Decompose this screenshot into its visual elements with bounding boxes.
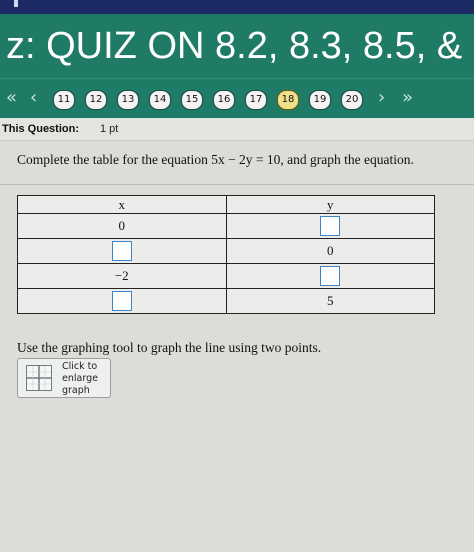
x-value: 0 xyxy=(17,213,227,239)
first-question-icon[interactable]: « xyxy=(6,88,17,108)
x-column-header: x xyxy=(17,195,227,214)
enlarge-label-line: enlarge xyxy=(62,373,98,384)
question-panel: This Question: 1 pt Complete the table f… xyxy=(0,118,474,552)
question-17-button[interactable]: 17 xyxy=(245,90,267,110)
x-answer-input[interactable] xyxy=(111,291,132,311)
question-label: This Question: xyxy=(2,123,79,135)
last-question-icon[interactable]: » xyxy=(402,88,413,108)
x-answer-cell xyxy=(17,238,227,264)
question-info-bar: This Question: 1 pt xyxy=(0,118,474,141)
graph-thumbnail-icon xyxy=(26,365,52,391)
top-strip xyxy=(0,0,474,14)
y-answer-input[interactable] xyxy=(320,266,341,286)
y-answer-cell xyxy=(225,263,435,289)
enlarge-label-line: Click to xyxy=(62,361,98,372)
question-points: 1 pt xyxy=(100,123,119,135)
x-answer-input[interactable] xyxy=(111,241,132,261)
table-row: 0 xyxy=(17,213,435,239)
table-row: −2 xyxy=(17,263,435,289)
table-header-row: x y xyxy=(17,195,435,214)
x-value: −2 xyxy=(17,263,227,289)
quiz-title: z: QUIZ ON 8.2, 8.3, 8.5, & xyxy=(6,25,463,67)
next-question-icon[interactable]: › xyxy=(378,88,385,108)
previous-question-icon[interactable]: ‹ xyxy=(30,88,37,108)
y-column-header: y xyxy=(225,195,435,214)
y-value: 5 xyxy=(225,288,435,314)
quiz-header: z: QUIZ ON 8.2, 8.3, 8.5, & xyxy=(0,14,474,78)
question-16-button[interactable]: 16 xyxy=(213,90,235,110)
question-20-button[interactable]: 20 xyxy=(341,90,363,110)
enlarge-label-line: graph xyxy=(62,385,90,396)
question-15-button[interactable]: 15 xyxy=(181,90,203,110)
xy-table: x y 0 0 −2 5 xyxy=(17,195,435,314)
enlarge-graph-button[interactable]: Click to enlarge graph xyxy=(17,358,111,398)
question-18-button[interactable]: 18 xyxy=(277,90,299,110)
graph-instruction: Use the graphing tool to graph the line … xyxy=(17,340,322,355)
question-19-button[interactable]: 19 xyxy=(309,90,331,110)
table-row: 0 xyxy=(17,238,435,264)
question-12-button[interactable]: 12 xyxy=(85,90,107,110)
y-answer-input[interactable] xyxy=(320,216,341,236)
y-value: 0 xyxy=(225,238,435,264)
question-14-button[interactable]: 14 xyxy=(149,90,171,110)
top-strip-marker xyxy=(14,0,18,7)
question-prompt: Complete the table for the equation 5x −… xyxy=(17,152,414,167)
question-13-button[interactable]: 13 xyxy=(117,90,139,110)
x-answer-cell xyxy=(17,288,227,314)
question-navigation: « ‹ 11 12 13 14 15 16 17 18 19 20 › » xyxy=(0,78,474,119)
enlarge-graph-label: Click to enlarge graph xyxy=(62,361,108,397)
question-11-button[interactable]: 11 xyxy=(53,90,75,110)
divider xyxy=(0,184,474,185)
table-row: 5 xyxy=(17,288,435,314)
y-answer-cell xyxy=(225,213,435,239)
